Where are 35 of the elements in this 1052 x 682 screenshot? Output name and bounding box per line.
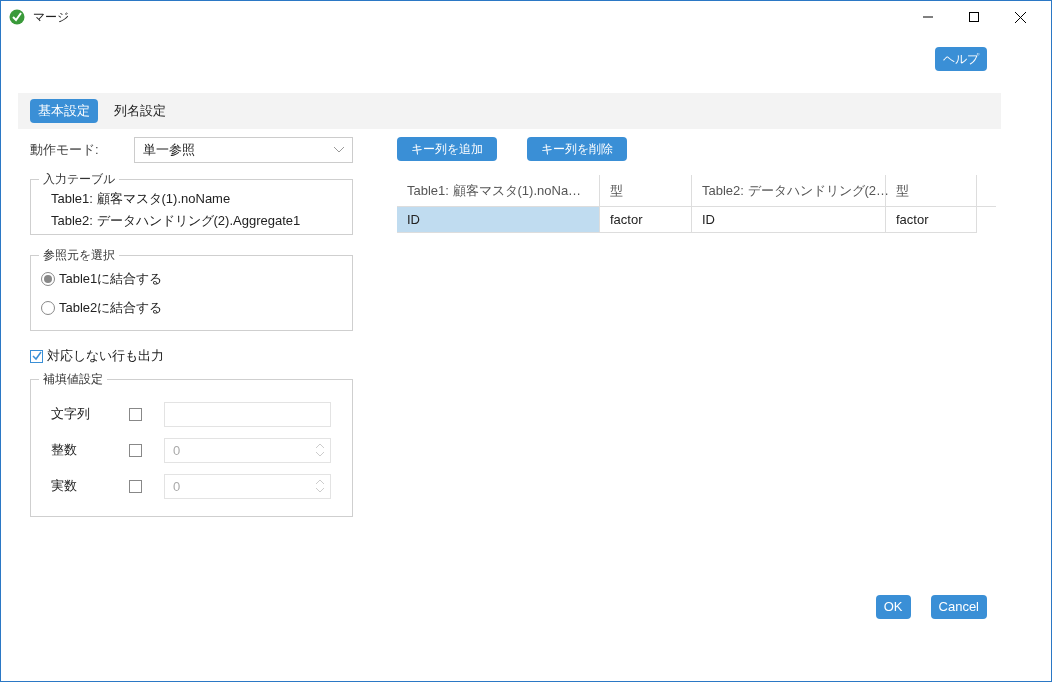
tab[interactable]: 列名設定 — [106, 99, 174, 123]
group-label: 入力テーブル — [39, 171, 119, 187]
table-cell[interactable]: factor — [600, 207, 692, 233]
mode-dropdown[interactable]: 単一参照 — [134, 137, 353, 163]
maximize-icon — [969, 12, 979, 22]
table-cell[interactable]: factor — [886, 207, 977, 233]
radio-option[interactable]: Table1に結合する — [41, 264, 342, 293]
number-field[interactable]: 0 — [164, 437, 331, 463]
checkbox[interactable] — [129, 407, 142, 421]
fill-label: 文字列 — [51, 405, 91, 424]
column-header[interactable]: 型 — [600, 175, 692, 206]
unmatched-checkbox[interactable]: 対応しない行も出力 — [30, 347, 353, 365]
input-table-text: Table2: データハンドリング(2).Aggregate1 — [51, 212, 302, 230]
column-header[interactable]: Table2: データハンドリング(2… — [692, 175, 886, 206]
table-cell[interactable]: ID — [397, 207, 600, 233]
fill-label: 実数 — [51, 477, 78, 496]
number-field[interactable]: 0 — [164, 473, 331, 499]
radio-option[interactable]: Table2に結合する — [41, 293, 342, 322]
text-field[interactable] — [164, 401, 331, 427]
column-header[interactable]: 型 — [886, 175, 977, 206]
app-logo-icon — [9, 9, 25, 25]
table-cell[interactable]: ID — [692, 207, 886, 233]
input-table-text: Table1: 顧客マスタ(1).noName — [51, 190, 232, 208]
checkbox[interactable] — [129, 479, 142, 493]
chevron-down-icon — [334, 147, 344, 153]
column-header[interactable]: Table1: 顧客マスタ(1).noNa… — [397, 175, 600, 206]
group-label: 補填値設定 — [39, 371, 107, 387]
mode-label: 動作モード: — [30, 141, 100, 160]
fill-label: 整数 — [51, 441, 78, 460]
spinner-icon[interactable] — [315, 477, 325, 494]
group-label: 参照元を選択 — [39, 247, 119, 263]
spinner-icon[interactable] — [315, 441, 325, 458]
checkbox[interactable] — [129, 443, 142, 457]
window-title: マージ — [33, 9, 69, 26]
close-icon — [1014, 11, 1026, 23]
